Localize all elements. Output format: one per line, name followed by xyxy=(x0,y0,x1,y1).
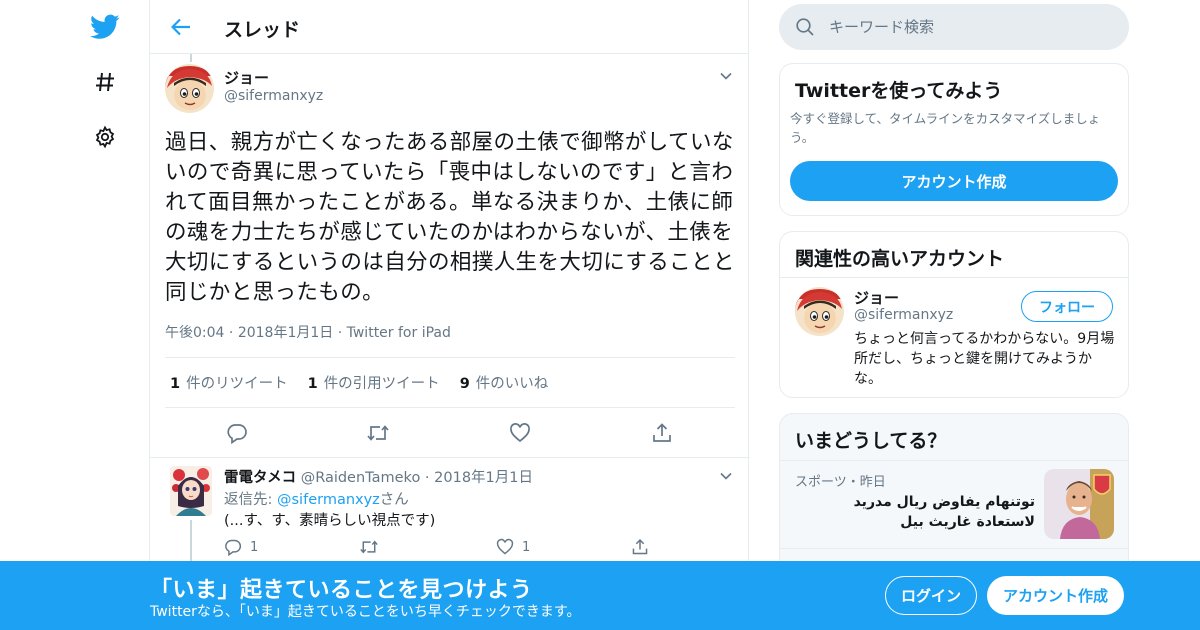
share-icon[interactable] xyxy=(647,418,677,448)
tweet-actions xyxy=(150,418,750,448)
trend-thumbnail[interactable] xyxy=(1044,469,1114,539)
search-icon xyxy=(795,17,815,37)
thread-connector xyxy=(190,520,192,565)
quotes-label: 件の引用ツイート xyxy=(323,376,440,392)
avatar[interactable] xyxy=(165,64,214,113)
divider xyxy=(780,277,1128,278)
reply-text: (...す、す、素晴らしい視点です) xyxy=(224,513,436,529)
hashtag-icon[interactable] xyxy=(85,62,125,102)
signup-button[interactable]: アカウント作成 xyxy=(987,576,1124,615)
trends-card-title: いまどうしてる？ xyxy=(795,430,947,452)
divider xyxy=(780,460,1128,461)
left-nav xyxy=(80,0,130,630)
author-name[interactable]: ジョー xyxy=(224,67,269,88)
tweet-date[interactable]: 2018年1月1日 xyxy=(238,325,333,341)
page: スレッド ジョー @sifermanxyz 過日、親方が亡くなったある部屋の土俵… xyxy=(0,0,1200,630)
meta-separator: · xyxy=(424,470,435,486)
create-account-button[interactable]: アカウント作成 xyxy=(790,161,1118,201)
reply-author-name[interactable]: 雷電タメコ xyxy=(224,470,296,486)
thread-header: スレッド xyxy=(150,0,748,54)
avatar[interactable] xyxy=(170,466,212,516)
related-account-name[interactable]: ジョー xyxy=(854,287,899,308)
reply-date[interactable]: 2018年1月1日 xyxy=(434,470,533,486)
reply-actions: 1 1 xyxy=(224,538,684,558)
related-account-handle[interactable]: @sifermanxyz xyxy=(854,307,953,323)
chevron-down-icon[interactable] xyxy=(718,468,734,484)
retweets-stat[interactable]: 1 件のリツイート xyxy=(170,372,288,393)
reply-button[interactable]: 1 xyxy=(224,538,258,556)
trend-headline[interactable]: توتنهام يفاوض ريال مدريد لاستعادة غاريث … xyxy=(795,492,1035,532)
main-column: スレッド ジョー @sifermanxyz 過日、親方が亡くなったある部屋の土俵… xyxy=(149,0,750,630)
tweet-source[interactable]: Twitter for iPad xyxy=(347,325,451,341)
share-icon[interactable] xyxy=(631,538,649,556)
trend-meta: スポーツ・昨日 xyxy=(795,475,886,490)
login-button[interactable]: ログイン xyxy=(885,576,977,615)
signup-card: Twitterを使ってみよう 今すぐ登録して、タイムラインをカスタマイズしましょ… xyxy=(779,63,1129,216)
signup-banner: 「いま」起きていることを見つけよう Twitterなら、「いま」起きていることを… xyxy=(0,561,1200,630)
likes-stat[interactable]: 9 件のいいね xyxy=(460,372,549,393)
reply-to-suffix: さん xyxy=(379,492,409,508)
meta-separator: · xyxy=(228,325,238,341)
thread-connector xyxy=(190,54,192,62)
author-handle[interactable]: @sifermanxyz xyxy=(224,88,323,104)
retweet-icon[interactable] xyxy=(359,538,379,556)
divider xyxy=(150,457,750,458)
divider xyxy=(165,357,735,358)
back-arrow-icon[interactable] xyxy=(168,14,194,40)
reply-author-handle[interactable]: @RaidenTameko xyxy=(301,470,421,486)
quotes-count: 1 xyxy=(307,376,318,392)
reply-header: 雷電タメコ @RaidenTameko · 2018年1月1日 xyxy=(224,466,533,487)
reply-count: 1 xyxy=(250,539,259,555)
quotes-stat[interactable]: 1 件の引用ツイート xyxy=(308,372,440,393)
twitter-bird-icon[interactable] xyxy=(85,7,125,47)
avatar[interactable] xyxy=(795,287,844,336)
related-card-title: 関連性の高いアカウント xyxy=(795,248,1005,270)
tweet-metadata: 午後0:04 · 2018年1月1日 · Twitter for iPad xyxy=(165,322,451,342)
trends-card: いまどうしてる？ スポーツ・昨日 توتنهام يفاوض ريال مدري… xyxy=(779,413,1129,573)
retweets-label: 件のリツイート xyxy=(186,376,288,392)
like-count: 1 xyxy=(522,539,531,555)
meta-separator: · xyxy=(337,325,347,341)
like-button[interactable]: 1 xyxy=(496,538,530,556)
reply-to-line: 返信先: @sifermanxyzさん xyxy=(224,488,409,509)
search-input[interactable] xyxy=(823,4,1113,50)
reply-to-link[interactable]: @sifermanxyz xyxy=(277,492,380,508)
divider xyxy=(165,407,735,408)
retweet-icon[interactable] xyxy=(363,418,393,448)
signup-card-description: 今すぐ登録して、タイムラインをカスタマイズしましょう。 xyxy=(790,111,1101,145)
chevron-down-icon[interactable] xyxy=(718,68,734,84)
follow-button[interactable]: フォロー xyxy=(1021,291,1113,322)
tweet-time[interactable]: 午後0:04 xyxy=(165,325,224,341)
banner-title: 「いま」起きていることを見つけよう xyxy=(150,578,533,603)
signup-card-title: Twitterを使ってみよう xyxy=(795,80,1003,102)
reply-to-prefix: 返信先: xyxy=(224,492,277,508)
reply-icon[interactable] xyxy=(222,418,252,448)
likes-count: 9 xyxy=(459,376,470,392)
retweets-count: 1 xyxy=(170,376,181,392)
gear-icon[interactable] xyxy=(85,117,125,157)
divider xyxy=(780,548,1128,549)
banner-subtitle: Twitterなら、「いま」起きていることをいち早くチェックできます。 xyxy=(150,604,581,620)
related-accounts-card: 関連性の高いアカウント ジョー @sifermanxyz フォロー ちょっと何言… xyxy=(779,231,1129,398)
tweet-text: 過日、親方が亡くなったある部屋の土俵で御幣がしていないので奇異に思っていたら「喪… xyxy=(165,130,735,305)
likes-label: 件のいいね xyxy=(475,376,549,392)
search-bar xyxy=(779,4,1129,50)
related-account-bio: ちょっと何言ってるかわからない。9月場所だし、ちょっと鍵を開けてみようかな。 xyxy=(854,331,1115,387)
page-title: スレッド xyxy=(224,19,301,41)
heart-icon[interactable] xyxy=(505,418,535,448)
tweet-stats: 1 件のリツイート 1 件の引用ツイート 9 件のいいね xyxy=(170,372,548,393)
